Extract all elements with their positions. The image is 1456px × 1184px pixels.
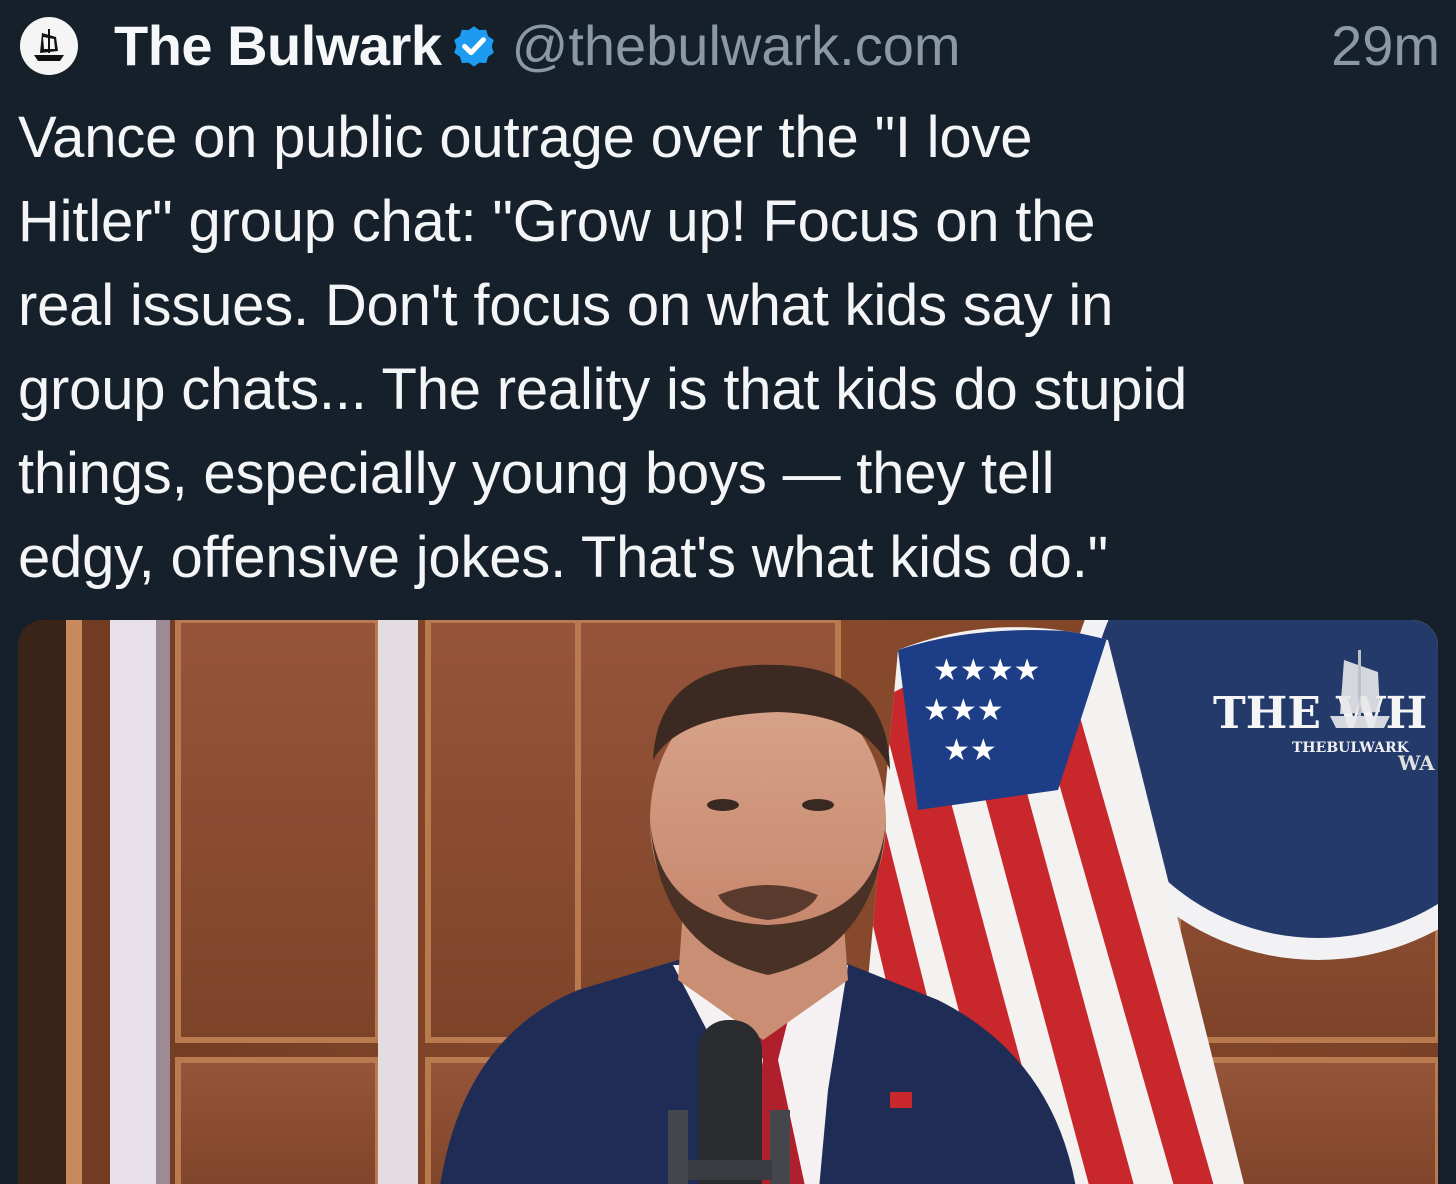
post-text: Vance on public outrage over the "I love… [18, 105, 1188, 590]
wall-trim [66, 620, 82, 1184]
video-still: THE WH WA THEBULWARK ★★★★ ★★★ ★★ [18, 620, 1438, 1184]
post-card[interactable]: The Bulwark @thebulwark.com 29m Vance on… [0, 0, 1456, 1184]
avatar[interactable] [20, 17, 78, 75]
svg-text:★★★★: ★★★★ [933, 653, 1041, 688]
author-handle[interactable]: @thebulwark.com [511, 18, 960, 74]
pillar-shadow [156, 620, 170, 1184]
post-media-image[interactable]: THE WH WA THEBULWARK ★★★★ ★★★ ★★ [18, 620, 1438, 1184]
bulwark-ship-logo-icon [34, 29, 64, 61]
post-timestamp[interactable]: 29m [1331, 18, 1440, 74]
white-pillar [110, 620, 156, 1184]
svg-text:★★: ★★ [943, 733, 997, 768]
seal-text: THE WH [1213, 688, 1427, 739]
svg-text:★★★: ★★★ [923, 693, 1004, 728]
post-header: The Bulwark @thebulwark.com 29m [20, 10, 1440, 82]
author-display-name[interactable]: The Bulwark [114, 18, 442, 74]
watermark-label: THEBULWARK [1292, 740, 1410, 756]
wall-edge [18, 620, 66, 1184]
verified-badge-icon [454, 26, 495, 67]
